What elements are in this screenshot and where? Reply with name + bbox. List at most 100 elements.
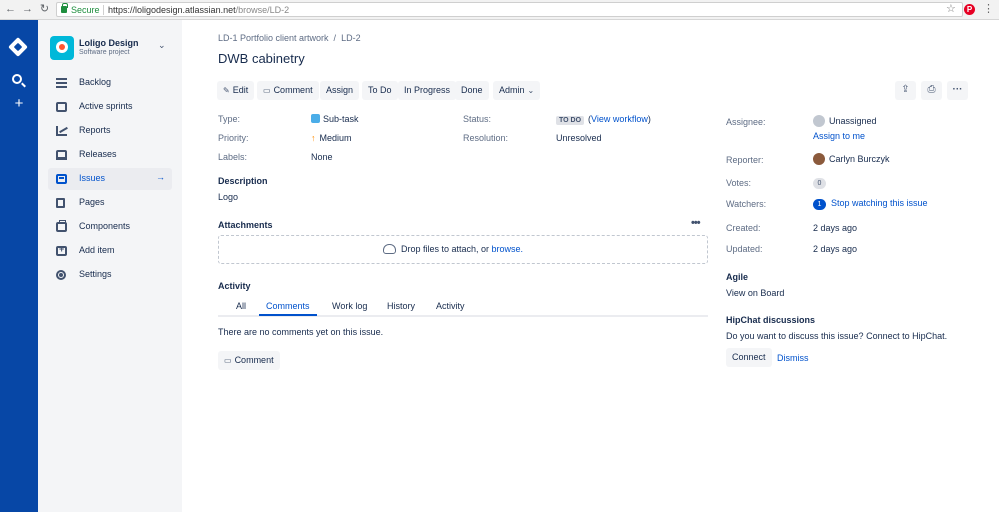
created-value: 2 days ago (813, 223, 858, 233)
components-icon (56, 220, 67, 232)
breadcrumb-parent[interactable]: LD-1 Portfolio client artwork (218, 33, 329, 43)
create-plus-icon[interactable]: + (10, 95, 28, 113)
watchers-badge[interactable]: 1 (813, 199, 826, 210)
votes-label: Votes: (726, 178, 752, 188)
attachments-heading: Attachments (218, 220, 273, 230)
tab-history[interactable]: History (387, 301, 415, 311)
sidebar-item-add-item[interactable]: Add item (48, 240, 172, 262)
sidebar-item-components[interactable]: Components (48, 216, 172, 238)
tab-work-log[interactable]: Work log (332, 301, 367, 311)
browser-menu-icon[interactable]: ⋮ (983, 3, 994, 16)
hipchat-heading: HipChat discussions (726, 315, 816, 325)
address-bar[interactable]: Secure https://loligodesign.atlassian.ne… (56, 2, 963, 17)
sidebar-item-releases[interactable]: Releases (48, 144, 172, 166)
stop-watching-link[interactable]: Stop watching this issue (831, 198, 928, 208)
url-divider (103, 5, 104, 15)
labels-label: Labels: (218, 152, 248, 162)
arrow-right-icon: → (156, 172, 165, 182)
add-comment-button[interactable]: ▭ Comment (218, 351, 280, 370)
export-icon[interactable]: ⎙ (921, 81, 942, 100)
share-icon[interactable]: ⇪ (895, 81, 916, 100)
settings-icon (56, 270, 66, 280)
resolution-value: Unresolved (556, 133, 602, 143)
back-icon[interactable]: ← (4, 3, 17, 16)
search-icon[interactable] (12, 74, 22, 84)
sidebar-item-label: Pages (79, 197, 105, 207)
priority-value: ↑ Medium (311, 133, 352, 143)
reporter-text: Carlyn Burczyk (829, 154, 890, 164)
votes-value[interactable]: 0 (813, 177, 831, 189)
sidebar-item-backlog[interactable]: Backlog (48, 72, 172, 94)
status-lozenge[interactable]: TO DO (556, 116, 585, 125)
resolution-label: Resolution: (463, 133, 509, 143)
watchers-value: 1 Stop watching this issue (813, 198, 928, 210)
pinterest-extension-icon[interactable]: P (964, 4, 975, 15)
sidebar-item-pages[interactable]: Pages (48, 192, 172, 214)
watchers-label: Watchers: (726, 199, 767, 209)
in-progress-button[interactable]: In Progress (398, 81, 457, 100)
admin-dropdown[interactable]: Admin ⌄ (493, 81, 541, 100)
updated-value: 2 days ago (813, 244, 858, 254)
empty-comments-text: There are no comments yet on this issue. (218, 327, 384, 337)
workflow-paren-close: ) (647, 114, 651, 124)
assignee-value[interactable]: Unassigned (813, 115, 877, 127)
sidebar-item-label: Backlog (79, 77, 112, 87)
bookmark-star-icon[interactable]: ☆ (946, 3, 956, 16)
more-actions-icon[interactable]: ··· (947, 81, 968, 100)
connect-button[interactable]: Connect (726, 348, 772, 367)
browser-toolbar: ← → ↻ Secure https://loligodesign.atlass… (0, 0, 999, 20)
chevron-down-icon[interactable]: ⌄ (158, 40, 166, 51)
tab-activity[interactable]: Activity (436, 301, 465, 311)
updated-label: Updated: (726, 244, 763, 254)
dropzone-text: Drop files to attach, or browse. (401, 244, 523, 254)
sidebar-item-label: Issues (79, 173, 106, 183)
url-base: https://loligodesign.atlassian.net (108, 5, 236, 15)
assign-to-me-link[interactable]: Assign to me (813, 131, 865, 141)
unassigned-avatar (813, 115, 825, 127)
lock-icon (61, 3, 68, 13)
sidebar-item-label: Active sprints (79, 101, 133, 111)
comment-button[interactable]: ▭ Comment (257, 81, 319, 100)
edit-button[interactable]: ✎ Edit (217, 81, 255, 100)
description-heading: Description (218, 176, 268, 186)
sidebar-item-label: Add item (79, 245, 115, 255)
admin-label: Admin (499, 85, 525, 95)
sidebar-item-issues[interactable]: Issues → (48, 168, 172, 190)
created-label: Created: (726, 223, 761, 233)
attachment-dropzone[interactable]: Drop files to attach, or browse. (218, 235, 708, 264)
project-avatar[interactable] (50, 36, 74, 60)
jira-logo-icon[interactable] (8, 37, 28, 57)
attachments-more-icon[interactable]: ••• (691, 217, 701, 229)
sidebar-item-label: Components (79, 221, 131, 231)
assign-button[interactable]: Assign (320, 81, 360, 100)
backlog-icon (56, 78, 67, 88)
breadcrumb-current[interactable]: LD-2 (341, 33, 361, 43)
view-on-board-link[interactable]: View on Board (726, 288, 784, 298)
browse-link[interactable]: browse. (492, 244, 524, 254)
pencil-icon: ✎ (223, 86, 230, 95)
issue-title[interactable]: DWB cabinetry (218, 51, 305, 66)
tab-all[interactable]: All (236, 301, 246, 311)
forward-icon[interactable]: → (21, 3, 34, 16)
project-type: Software project (79, 49, 130, 56)
status-label: Status: (463, 114, 492, 124)
sidebar-item-settings[interactable]: Settings (48, 264, 172, 286)
url-text[interactable]: https://loligodesign.atlassian.net/brows… (108, 4, 289, 16)
reporter-value[interactable]: Carlyn Burczyk (813, 153, 890, 165)
todo-button[interactable]: To Do (362, 81, 398, 100)
project-name[interactable]: Loligo Design (79, 38, 139, 48)
reload-icon[interactable]: ↻ (38, 3, 51, 16)
activity-heading: Activity (218, 281, 251, 291)
sidebar-item-reports[interactable]: Reports (48, 120, 172, 142)
tab-comments[interactable]: Comments (266, 301, 310, 311)
cloud-upload-icon (383, 244, 396, 254)
activity-tabs: All Comments Work log History Activity (218, 299, 708, 317)
dismiss-link[interactable]: Dismiss (777, 353, 809, 363)
view-workflow-link[interactable]: View workflow (591, 114, 648, 124)
sprint-board-icon (56, 102, 67, 112)
labels-value: None (311, 152, 333, 162)
active-tab-indicator (259, 314, 317, 316)
sidebar-item-active-sprints[interactable]: Active sprints (48, 96, 172, 118)
description-text[interactable]: Logo (218, 192, 238, 202)
done-button[interactable]: Done (455, 81, 489, 100)
